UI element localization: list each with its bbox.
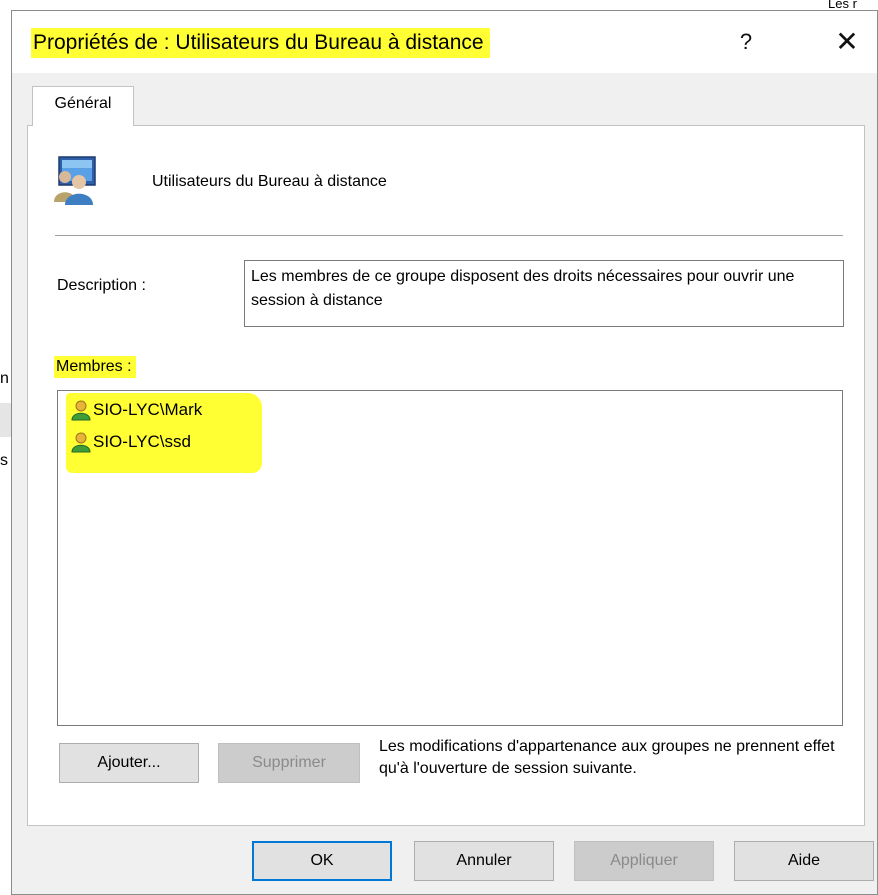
- properties-dialog: Propriétés de : Utilisateurs du Bureau à…: [11, 10, 878, 895]
- help-button[interactable]: Aide: [734, 841, 874, 881]
- description-field[interactable]: Les membres de ce groupe disposent des d…: [244, 260, 844, 327]
- help-icon[interactable]: ?: [726, 25, 766, 59]
- cancel-button[interactable]: Annuler: [414, 841, 554, 881]
- users-group-icon: [54, 156, 96, 205]
- add-button[interactable]: Ajouter...: [59, 743, 199, 783]
- member-name: SIO-LYC\ssd: [93, 432, 191, 451]
- user-icon: [71, 432, 91, 453]
- user-icon: [71, 400, 91, 421]
- title-bar: Propriétés de : Utilisateurs du Bureau à…: [12, 11, 877, 73]
- separator: [55, 235, 843, 236]
- members-label: Membres :: [54, 356, 136, 378]
- group-name: Utilisateurs du Bureau à distance: [152, 173, 387, 190]
- background-text-fragment: Les r: [828, 0, 857, 10]
- background-text-fragment: s: [0, 452, 8, 469]
- members-list[interactable]: SIO-LYC\Mark SIO-LYC\ssd: [57, 390, 843, 726]
- background-text-fragment: n: [0, 370, 9, 387]
- close-icon[interactable]: ✕: [827, 25, 867, 59]
- apply-button[interactable]: Appliquer: [574, 841, 714, 881]
- member-name: SIO-LYC\Mark: [93, 400, 203, 419]
- tab-general[interactable]: Général: [32, 86, 134, 126]
- general-panel: Utilisateurs du Bureau à distance Descri…: [27, 125, 865, 826]
- dialog-title: Propriétés de : Utilisateurs du Bureau à…: [31, 28, 490, 58]
- member-item[interactable]: SIO-LYC\Mark: [69, 395, 202, 425]
- ok-button[interactable]: OK: [252, 841, 392, 881]
- member-item[interactable]: SIO-LYC\ssd: [69, 427, 191, 457]
- description-label: Description :: [57, 277, 146, 294]
- remove-button[interactable]: Supprimer: [218, 743, 360, 783]
- membership-note: Les modifications d'appartenance aux gro…: [379, 738, 835, 777]
